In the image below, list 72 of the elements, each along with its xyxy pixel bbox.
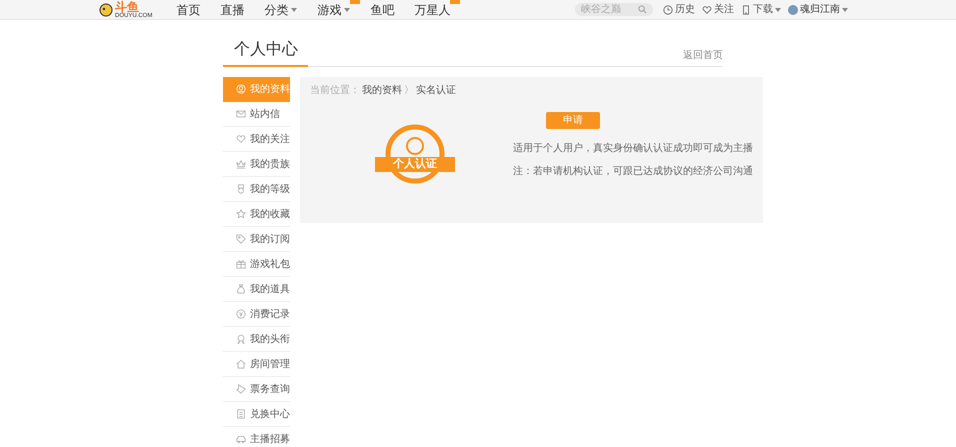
sidebar-item[interactable]: 站内信	[223, 102, 290, 127]
sidebar-item[interactable]: 房间管理	[223, 352, 290, 377]
gift-icon	[236, 259, 246, 269]
sidebar-item[interactable]: 我的关注	[223, 127, 290, 152]
sidebar-label: 我的等级	[250, 182, 290, 196]
avatar[interactable]	[788, 4, 798, 14]
sidebar-item[interactable]: 游戏礼包	[223, 252, 290, 277]
sidebar-label: 我的道具	[250, 282, 290, 296]
sidebar-item[interactable]: 消费记录	[223, 302, 290, 327]
caret-icon	[842, 8, 848, 12]
nav-link[interactable]: 分类	[264, 0, 288, 18]
header-link[interactable]: 关注	[714, 2, 734, 17]
envelope-icon	[236, 109, 246, 119]
coin-icon	[236, 309, 246, 319]
sidebar-item[interactable]: 我的头衔	[223, 327, 290, 352]
logo-name: 斗鱼	[115, 0, 139, 12]
note-text: 注：若申请机构认证，可跟已达成协议的经济公司沟通	[513, 164, 753, 179]
sidebar-item[interactable]: 我的道具	[223, 277, 290, 302]
ticket-icon	[236, 384, 246, 394]
header-link[interactable]: 历史	[675, 2, 695, 17]
badge-ribbon: 个人认证	[375, 157, 455, 172]
back-home-link[interactable]: 返回首页	[683, 48, 723, 63]
sidebar-label: 我的关注	[250, 132, 290, 146]
breadcrumb-link[interactable]: 实名认证	[416, 83, 456, 98]
sidebar-label: 房间管理	[250, 358, 290, 372]
sidebar-item[interactable]: 主播招募	[223, 427, 290, 447]
username[interactable]: 魂归江南	[800, 2, 840, 17]
crown-icon	[236, 159, 246, 169]
clock-icon[interactable]	[663, 4, 673, 14]
nav-link[interactable]: 游戏	[317, 0, 342, 18]
caret-icon	[775, 8, 781, 12]
breadcrumb-separator: 〉	[404, 84, 414, 98]
nav-link[interactable]: 直播	[220, 0, 244, 18]
sidebar-item[interactable]: 兑换中心	[223, 402, 290, 427]
sidebar-item[interactable]: 票务查询	[223, 377, 290, 402]
sidebar-item[interactable]: 我的订阅	[223, 227, 290, 252]
sidebar-label: 我的头衔	[250, 332, 290, 346]
vehicle-icon	[236, 434, 246, 444]
tag-icon	[236, 234, 246, 244]
bag-icon	[236, 284, 246, 294]
document-icon	[236, 409, 246, 419]
breadcrumb-link[interactable]: 我的资料	[362, 83, 402, 98]
person-icon	[236, 84, 246, 94]
heart-icon[interactable]	[702, 4, 712, 14]
rosette-icon	[236, 334, 246, 344]
sidebar-label: 我的订阅	[250, 232, 290, 246]
sidebar-label: 站内信	[250, 108, 280, 122]
sidebar-label: 主播招募	[250, 432, 290, 446]
breadcrumb-prefix: 当前位置：	[310, 84, 360, 98]
page-title: 个人中心	[223, 38, 308, 67]
star-icon	[236, 209, 246, 219]
phone-icon[interactable]	[741, 4, 751, 14]
heart-icon	[236, 134, 246, 144]
sidebar-label: 我的收藏	[250, 208, 290, 222]
fish-mascot-icon	[99, 2, 113, 16]
sidebar-item[interactable]: 我的收藏	[223, 202, 290, 227]
medal-icon	[236, 184, 246, 194]
note-text: 适用于个人用户，真实身份确认认证成功即可成为主播	[513, 142, 753, 156]
header-link[interactable]: 下载	[753, 2, 773, 17]
sidebar-label: 消费记录	[250, 308, 290, 322]
sidebar-label: 我的资料	[250, 82, 290, 96]
sidebar-label: 游戏礼包	[250, 258, 290, 272]
sidebar-label: 我的贵族	[250, 158, 290, 172]
house-icon	[236, 359, 246, 369]
sidebar-label: 兑换中心	[250, 408, 290, 422]
nav-link[interactable]: 万星人	[414, 0, 450, 18]
nav-link[interactable]: 首页	[176, 0, 200, 18]
sidebar-item[interactable]: 我的贵族	[223, 152, 290, 177]
nav-link[interactable]: 鱼吧	[370, 0, 394, 18]
sidebar-label: 票务查询	[250, 382, 290, 396]
sidebar-item[interactable]: 我的等级	[223, 177, 290, 202]
search-field[interactable]: 峡谷之巅	[575, 3, 653, 16]
